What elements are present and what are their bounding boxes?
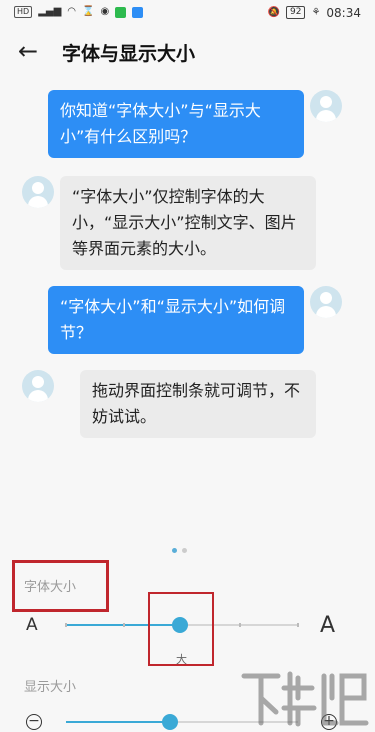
- display-size-slider-thumb[interactable]: [162, 714, 178, 730]
- display-size-slider-fill: [66, 721, 170, 723]
- font-size-label: 字体大小: [24, 580, 77, 595]
- signal-icon: ▂▄▆: [38, 6, 62, 17]
- avatar-bot: [22, 370, 54, 402]
- page-indicator: [172, 548, 187, 553]
- font-large-icon: A: [320, 613, 336, 638]
- status-bar: HD ▂▄▆ ◠ ⌛ ◉ 🔕 92 ⚘ 08:34: [0, 0, 375, 26]
- chat-bubble-bot: “字体大小”仅控制字体的大小，“显示大小”控制文字、图片等界面元素的大小。: [60, 176, 316, 270]
- avatar-user: [310, 286, 342, 318]
- avatar-head: [320, 292, 332, 304]
- status-right: 🔕 92 ⚘ 08:34: [268, 6, 361, 19]
- avatar-body: [316, 110, 336, 122]
- hourglass-icon: ⌛: [82, 6, 95, 17]
- avatar-bot: [22, 176, 54, 208]
- app-icon-blue: [132, 6, 144, 18]
- page-title: 字体与显示大小: [62, 43, 196, 65]
- wifi-icon: ◠: [67, 6, 76, 17]
- display-minus-icon[interactable]: −: [26, 714, 42, 730]
- status-time: 08:34: [326, 5, 361, 20]
- mute-icon: 🔕: [267, 6, 280, 18]
- site-watermark-logo: [241, 671, 369, 727]
- header: ← 字体与显示大小: [0, 26, 375, 76]
- avatar-head: [320, 96, 332, 108]
- avatar-head: [32, 182, 44, 194]
- avatar-user: [310, 90, 342, 122]
- font-small-icon: A: [26, 615, 38, 635]
- chat-bubble-user: “字体大小”和“显示大小”如何调节？: [48, 286, 304, 354]
- leaf-icon: ⚘: [311, 6, 321, 18]
- font-size-current-label: 大: [176, 653, 187, 666]
- avatar-body: [316, 306, 336, 318]
- display-size-label: 显示大小: [24, 680, 77, 695]
- font-size-tick: [297, 623, 299, 627]
- font-size-tick: [65, 623, 67, 627]
- app-icon-o: ◉: [100, 6, 110, 17]
- battery-icon: 92: [285, 6, 306, 19]
- page-dot-active: [172, 548, 177, 553]
- avatar-body: [28, 196, 48, 208]
- status-left: HD ▂▄▆ ◠ ⌛ ◉: [14, 6, 144, 18]
- back-arrow-icon[interactable]: ←: [18, 38, 46, 66]
- page-dot: [182, 548, 187, 553]
- chat-bubble-user: 你知道“字体大小”与“显示大小”有什么区别吗？: [48, 90, 304, 158]
- font-size-tick: [239, 623, 241, 627]
- chat-bubble-bot: 拖动界面控制条就可调节，不妨试试。: [80, 370, 316, 438]
- hd-badge: HD: [14, 6, 33, 18]
- avatar-head: [32, 376, 44, 388]
- avatar-body: [28, 390, 48, 402]
- app-icon-green: [115, 6, 127, 18]
- font-size-tick: [123, 623, 125, 627]
